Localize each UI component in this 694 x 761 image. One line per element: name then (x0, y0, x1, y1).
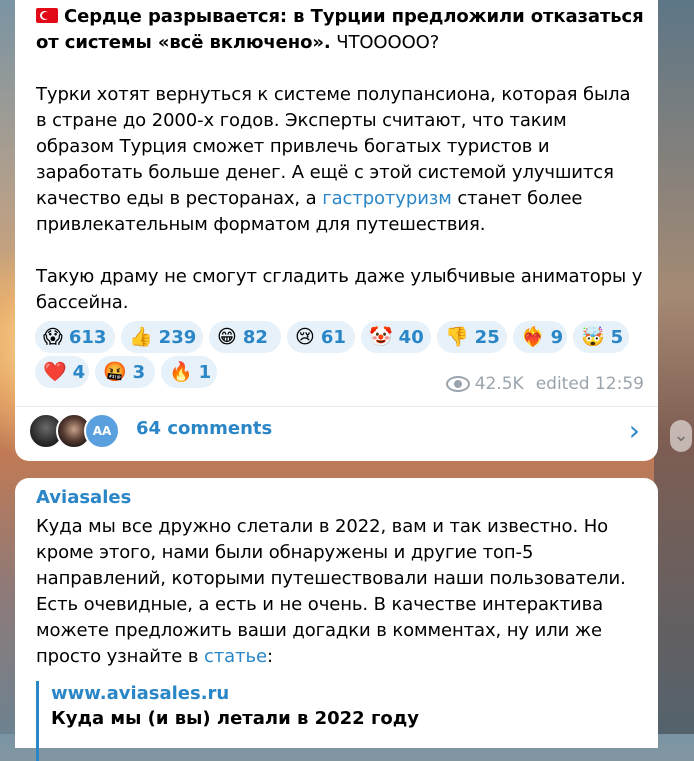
background-edge (654, 0, 694, 734)
reaction-emoji: 😱 (43, 326, 63, 348)
article-link[interactable]: статье (204, 646, 267, 667)
channel-name[interactable]: Aviasales (36, 487, 131, 508)
reaction-count: 40 (398, 326, 424, 348)
channel-post: Сердце разрывается: в Турции предложили … (15, 0, 658, 461)
reaction-emoji: ❤️ (43, 361, 67, 383)
reaction-count: 5 (610, 326, 624, 348)
reaction-button[interactable]: 🤬 3 (95, 356, 155, 388)
post-title-suffix: ЧТООООО? (330, 32, 440, 53)
reaction-button[interactable]: 😱 613 (35, 321, 115, 353)
edited-time: edited 12:59 (535, 374, 644, 394)
reaction-emoji: 😢 (295, 326, 315, 348)
reaction-button[interactable]: 🤯 5 (573, 321, 629, 353)
reaction-count: 61 (320, 326, 346, 348)
reaction-count: 4 (72, 361, 86, 383)
reaction-count: 239 (158, 326, 197, 348)
reaction-emoji: 👍 (129, 326, 153, 348)
scroll-down-icon[interactable]: ⌄ (670, 420, 692, 452)
reaction-emoji: 😁 (217, 326, 237, 348)
reaction-emoji: ❤‍🔥 (521, 326, 545, 348)
avatar: AA (84, 413, 120, 449)
reaction-emoji: 👎 (445, 326, 469, 348)
reaction-button[interactable]: ❤‍🔥 9 (513, 321, 567, 353)
chevron-right-icon: › (628, 414, 640, 447)
reaction-button[interactable]: 👍 239 (121, 321, 203, 353)
post-text: Сердце разрывается: в Турции предложили … (36, 4, 646, 316)
comments-label: 64 comments (136, 418, 273, 439)
views-count: 42.5K (474, 374, 524, 394)
reaction-button[interactable]: 😁 82 (209, 321, 281, 353)
reaction-count: 82 (242, 326, 268, 348)
channel-post: Aviasales Куда мы все дружно слетали в 2… (15, 478, 658, 761)
post-meta: 42.5K edited 12:59 (445, 374, 644, 394)
reaction-emoji: 🤬 (103, 361, 127, 383)
preview-title: Куда мы (и вы) летали в 2022 году (51, 708, 420, 729)
reaction-count: 3 (132, 361, 146, 383)
reaction-button[interactable]: 👎 25 (437, 321, 507, 353)
reaction-emoji: 🤡 (369, 326, 393, 348)
turkey-flag-icon (36, 8, 58, 23)
eye-icon (445, 376, 470, 392)
reaction-count: 613 (68, 326, 107, 348)
reaction-count: 9 (550, 326, 564, 348)
preview-site: www.aviasales.ru (51, 683, 230, 704)
reaction-button[interactable]: ❤️ 4 (35, 356, 89, 388)
reaction-button[interactable]: 😢 61 (287, 321, 355, 353)
post-paragraph-part: : (266, 646, 273, 667)
post-text: Куда мы все дружно слетали в 2022, вам и… (36, 514, 646, 670)
reaction-button[interactable]: 🔥 1 (161, 356, 217, 388)
commenter-avatars: AA (28, 413, 128, 449)
link-preview[interactable]: www.aviasales.ru Куда мы (и вы) летали в… (36, 681, 651, 761)
comments-button[interactable]: AA 64 comments › (15, 407, 658, 461)
reaction-count: 1 (198, 361, 212, 383)
reaction-count: 25 (474, 326, 500, 348)
post-paragraph: Такую драму не смогут сгладить даже улыб… (36, 266, 643, 313)
reaction-emoji: 🔥 (169, 361, 193, 383)
post-paragraph-part: Куда мы все дружно слетали в 2022, вам и… (36, 516, 626, 667)
reaction-emoji: 🤯 (581, 326, 605, 348)
reaction-button[interactable]: 🤡 40 (361, 321, 431, 353)
hashtag-link[interactable]: гастротуризм (322, 188, 452, 209)
